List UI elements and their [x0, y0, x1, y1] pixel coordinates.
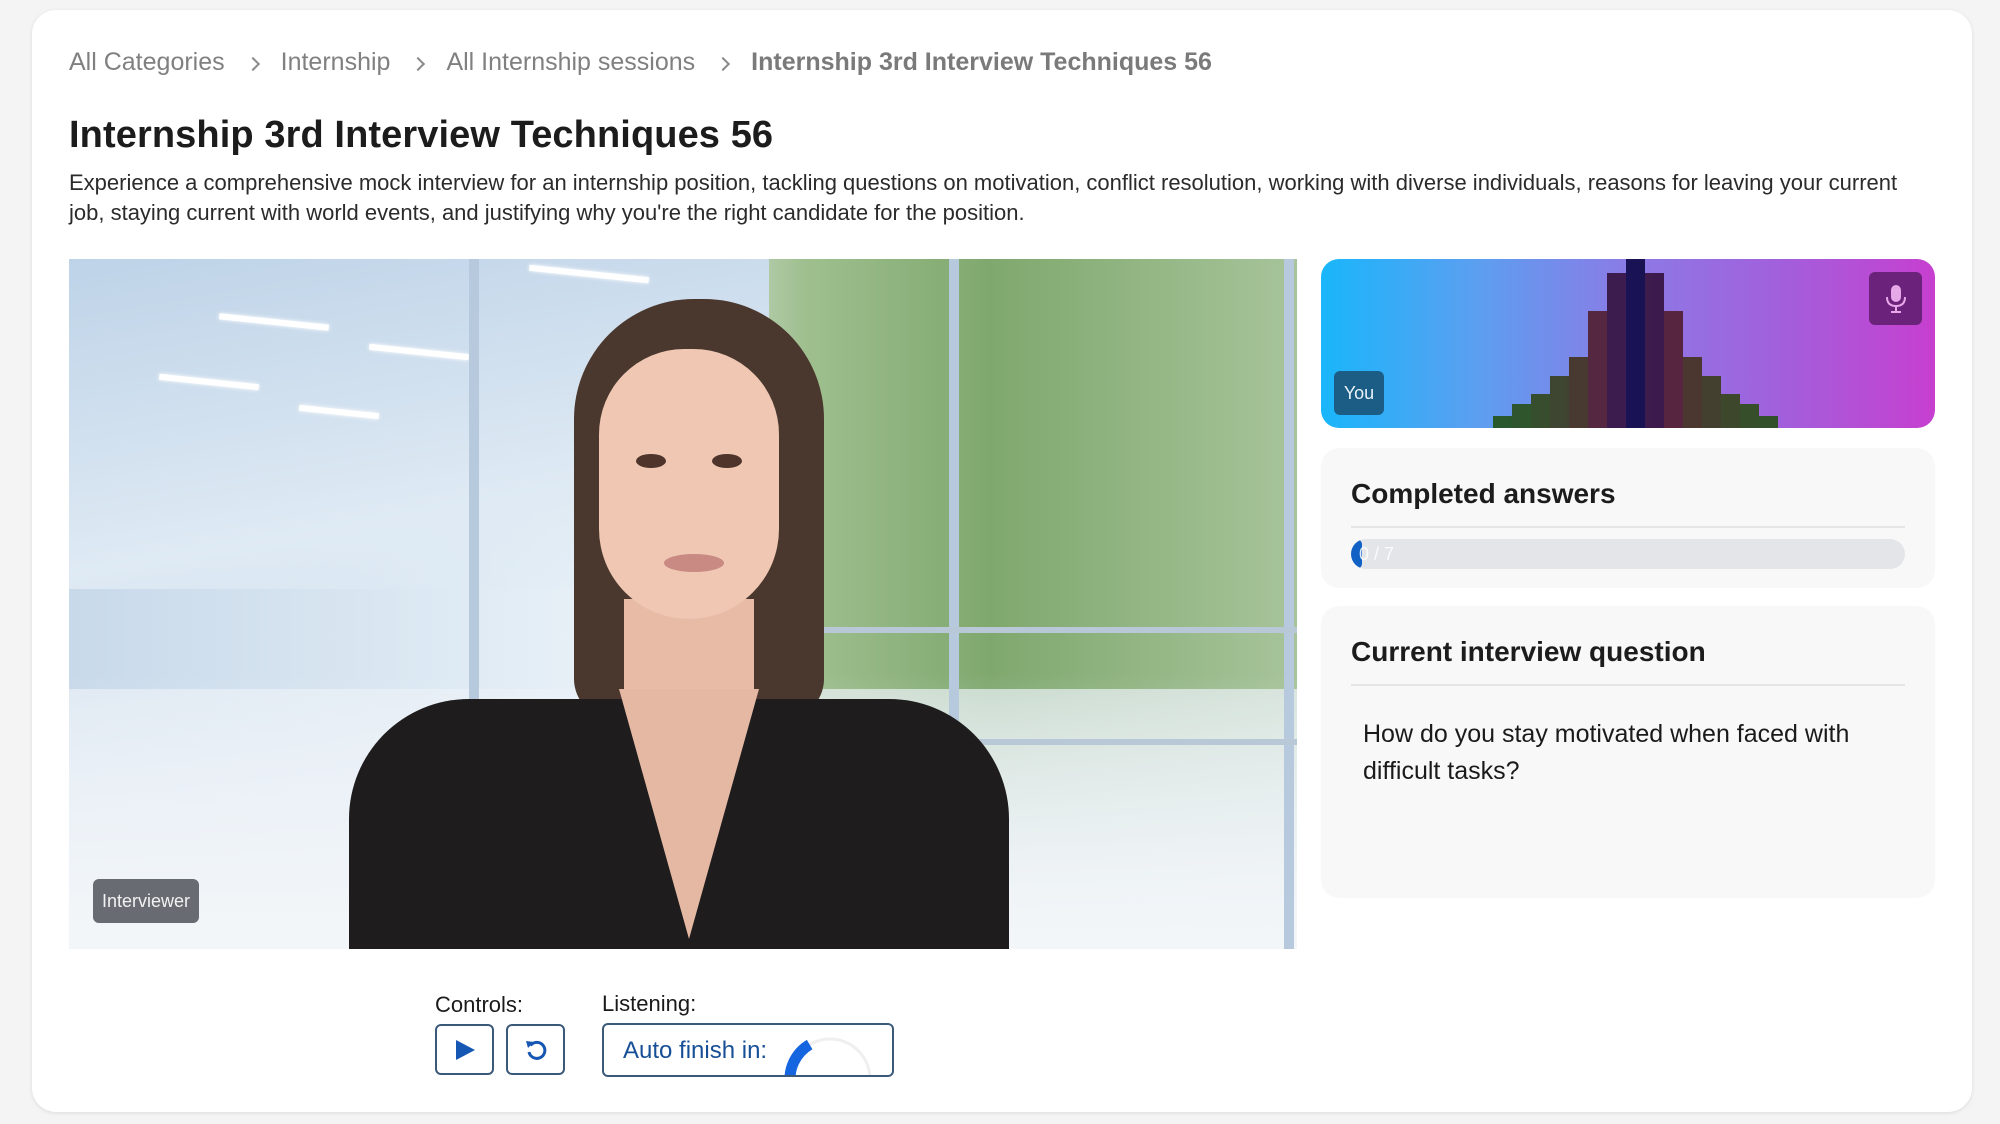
- interviewer-label: Interviewer: [93, 879, 200, 923]
- breadcrumb-all-categories[interactable]: All Categories: [69, 48, 225, 77]
- avatar-eye: [636, 454, 666, 468]
- avatar-face: [599, 349, 779, 619]
- audio-level-bar: [1759, 416, 1778, 428]
- completed-answers-panel: Completed answers 0 / 7: [1321, 448, 1935, 588]
- chevron-right-icon: [247, 57, 259, 69]
- divider: [1351, 684, 1905, 686]
- auto-finish-timer-ring: [784, 1037, 872, 1075]
- audio-level-bar: [1588, 311, 1607, 428]
- audio-level-bar: [1645, 273, 1664, 428]
- window-frame: [1284, 259, 1294, 949]
- avatar-eye: [712, 454, 742, 468]
- breadcrumb: All Categories Internship All Internship…: [69, 48, 1212, 77]
- play-icon: [455, 1039, 475, 1060]
- divider: [1351, 526, 1905, 528]
- user-label: You: [1334, 371, 1384, 415]
- user-audio-visualizer: You: [1321, 259, 1935, 428]
- auto-finish-label: Auto finish in:: [623, 1037, 768, 1064]
- chevron-right-icon: [717, 57, 729, 69]
- current-question-text: How do you stay motivated when faced wit…: [1363, 720, 1850, 785]
- audio-level-bar: [1626, 259, 1645, 428]
- breadcrumb-current: Internship 3rd Interview Techniques 56: [751, 48, 1212, 76]
- current-question-panel: Current interview question How do you st…: [1321, 606, 1935, 898]
- breadcrumb-all-internship-sessions[interactable]: All Internship sessions: [446, 48, 695, 77]
- audio-level-bar: [1740, 404, 1759, 428]
- page-title: Internship 3rd Interview Techniques 56: [69, 114, 774, 156]
- microphone-button[interactable]: [1869, 272, 1922, 325]
- audio-level-bar: [1664, 311, 1683, 428]
- current-question-title: Current interview question: [1351, 636, 1706, 667]
- audio-level-bar: [1512, 404, 1531, 428]
- avatar-lips: [664, 554, 724, 572]
- audio-level-bar: [1531, 394, 1550, 428]
- audio-level-bar: [1493, 416, 1512, 428]
- page-description: Experience a comprehensive mock intervie…: [69, 170, 1898, 225]
- breadcrumb-internship[interactable]: Internship: [281, 48, 391, 77]
- restart-icon: [525, 1040, 546, 1060]
- interviewer-avatar: [349, 299, 1009, 949]
- progress-label: 0 / 7: [1359, 544, 1395, 564]
- auto-finish-indicator: Auto finish in:: [602, 1023, 894, 1077]
- chevron-right-icon: [412, 57, 424, 69]
- restart-button[interactable]: [506, 1024, 565, 1075]
- play-button[interactable]: [435, 1024, 494, 1075]
- audio-level-bar: [1721, 394, 1740, 428]
- interviewer-video: Interviewer: [69, 259, 1297, 949]
- listening-label: Listening:: [602, 991, 697, 1016]
- audio-level-bar: [1607, 273, 1626, 428]
- timer-arc: [784, 1039, 813, 1075]
- completed-answers-title: Completed answers: [1351, 478, 1616, 509]
- audio-level-bar: [1702, 376, 1721, 428]
- avatar-neckline: [619, 689, 759, 939]
- completed-answers-progress: 0 / 7: [1351, 539, 1905, 569]
- audio-level-bar: [1569, 357, 1588, 428]
- audio-level-bar: [1550, 376, 1569, 428]
- controls-label: Controls:: [435, 992, 524, 1017]
- audio-level-bar: [1683, 357, 1702, 428]
- microphone-icon: [1885, 284, 1906, 313]
